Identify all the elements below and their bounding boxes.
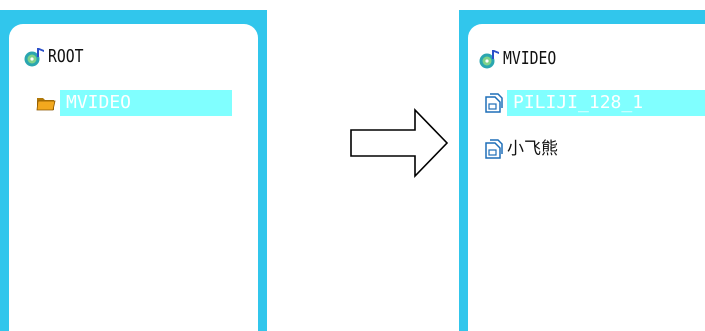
list-item[interactable]: PILIJI_128_1 bbox=[482, 90, 705, 116]
tree-folder-mvideo[interactable]: MVIDEO bbox=[35, 90, 232, 116]
current-folder-label: MVIDEO bbox=[503, 48, 557, 69]
tree-root[interactable]: ROOT bbox=[23, 44, 91, 70]
list-item[interactable]: 小飞熊 bbox=[482, 136, 558, 162]
right-panel-content: MVIDEO PILIJI_128_1 小飞熊 bbox=[468, 24, 705, 331]
video-file-icon bbox=[482, 138, 504, 160]
list-item-label: PILIJI_128_1 bbox=[507, 90, 705, 116]
video-file-icon bbox=[482, 92, 504, 114]
folder-icon bbox=[35, 92, 57, 114]
left-panel-content: ROOT MVIDEO bbox=[9, 24, 258, 331]
tree-root-label: ROOT bbox=[48, 46, 84, 67]
music-disc-icon bbox=[478, 48, 500, 70]
right-panel: MVIDEO PILIJI_128_1 小飞熊 bbox=[459, 10, 705, 331]
music-disc-icon bbox=[23, 46, 45, 68]
current-folder-header: MVIDEO bbox=[478, 46, 568, 72]
tree-folder-label: MVIDEO bbox=[60, 90, 232, 116]
left-panel: ROOT MVIDEO bbox=[0, 10, 267, 331]
right-arrow-icon bbox=[350, 108, 449, 178]
list-item-label: 小飞熊 bbox=[507, 139, 558, 159]
